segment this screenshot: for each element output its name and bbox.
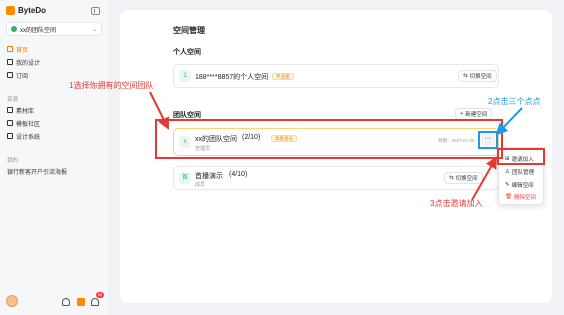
- sidebar-item-subscription[interactable]: 订阅: [4, 70, 104, 80]
- section-label-mine: 我的: [7, 158, 19, 164]
- annotation-step-1: 1选择你拥有的空间团队: [69, 81, 154, 90]
- annotation-step-2: 2点击三个点点: [488, 97, 541, 106]
- switch-space-button[interactable]: ⇆ 切换空间: [444, 172, 483, 184]
- sidebar-item-assets[interactable]: 素材库: [4, 105, 104, 115]
- personal-space-card[interactable]: 1 188****8857的个人空间 专业版 ⇆ 切换空间: [173, 64, 499, 88]
- sidebar-item-my-designs[interactable]: 我的设计: [4, 57, 104, 67]
- team-selector-label: xx的团队空间: [20, 27, 57, 34]
- team-icon: ♙: [505, 168, 510, 175]
- brand-name: ByteDo: [18, 6, 47, 15]
- team-space-card[interactable]: 首 首播演示 (4/10) 成员 ⇆ 切换空间: [173, 166, 499, 190]
- subscription-icon: [7, 72, 13, 78]
- sidebar-item-label: 素材库: [16, 108, 35, 115]
- personal-section-title: 个人空间: [173, 49, 201, 56]
- space-avatar: 1: [179, 70, 191, 82]
- highlight-team-space: [155, 119, 503, 159]
- sidebar-item-label: 银行新客开户引流海报: [7, 169, 68, 176]
- assets-icon: [7, 107, 13, 113]
- edit-icon: ✎: [505, 181, 510, 188]
- collapse-sidebar-icon[interactable]: [91, 7, 100, 15]
- team-space-count: (4/10): [229, 171, 248, 178]
- sidebar-item-home[interactable]: 首页: [4, 44, 104, 54]
- personal-space-name: 188****8857的个人空间: [195, 74, 269, 81]
- chevron-down-icon: ⌄: [91, 26, 97, 33]
- sidebar-item-label: 首页: [16, 47, 29, 54]
- highlight-invite-item: [497, 148, 545, 165]
- space-avatar: 首: [179, 172, 191, 184]
- design-system-icon: [7, 133, 13, 139]
- sidebar-item-label: 订阅: [16, 73, 29, 80]
- grid-icon: [7, 59, 13, 65]
- sidebar-item-poster[interactable]: 银行新客开户引流海报: [4, 166, 104, 176]
- switch-icon: ⇆: [463, 73, 468, 79]
- menu-item-delete-space[interactable]: 🗑 删除空间: [503, 191, 541, 202]
- plan-badge: 专业版: [272, 73, 294, 80]
- bell-icon[interactable]: [91, 298, 99, 306]
- brand-logo-icon: [6, 6, 15, 15]
- gift-icon[interactable]: [77, 298, 85, 306]
- sidebar-item-label: 我的设计: [16, 60, 41, 67]
- switch-space-label: 切换空间: [469, 74, 492, 80]
- home-icon: [7, 46, 13, 52]
- menu-item-label: 团队管理: [511, 169, 534, 176]
- sidebar: ByteDo xx的团队空间 ⌄ 首页 我的设计 订阅 资源 素材库 模板社区 …: [0, 0, 108, 315]
- menu-item-team-management[interactable]: ♙ 团队管理: [503, 166, 541, 177]
- notification-badge: 99: [96, 292, 104, 298]
- switch-space-label: 切换空间: [455, 176, 478, 182]
- sidebar-item-label: 设计系统: [16, 134, 41, 141]
- user-avatar[interactable]: [6, 295, 18, 307]
- page-title: 空间管理: [173, 26, 205, 35]
- highlight-more-button: [478, 131, 498, 149]
- section-label-resources: 资源: [7, 97, 19, 103]
- team-selector[interactable]: xx的团队空间 ⌄: [6, 22, 102, 36]
- menu-item-label: 删除空间: [513, 194, 536, 201]
- new-space-label: 新建空间: [465, 112, 488, 118]
- menu-item-edit-space[interactable]: ✎ 编辑空间: [503, 179, 541, 190]
- sidebar-item-label: 模板社区: [16, 121, 41, 128]
- headset-icon[interactable]: [62, 298, 70, 306]
- team-avatar-icon: [11, 26, 17, 32]
- sidebar-item-templates[interactable]: 模板社区: [4, 118, 104, 128]
- menu-item-label: 编辑空间: [511, 182, 534, 189]
- template-icon: [7, 120, 13, 126]
- sidebar-item-design-system[interactable]: 设计系统: [4, 131, 104, 141]
- switch-icon: ⇆: [449, 175, 454, 181]
- plus-icon: +: [460, 111, 464, 117]
- team-space-name: 首播演示: [195, 173, 223, 180]
- team-space-role: 成员: [195, 182, 206, 188]
- annotation-step-3: 3点击邀请加入: [430, 199, 483, 208]
- switch-space-button[interactable]: ⇆ 切换空间: [458, 70, 497, 82]
- brand[interactable]: ByteDo: [6, 6, 46, 15]
- delete-icon: 🗑: [505, 193, 512, 200]
